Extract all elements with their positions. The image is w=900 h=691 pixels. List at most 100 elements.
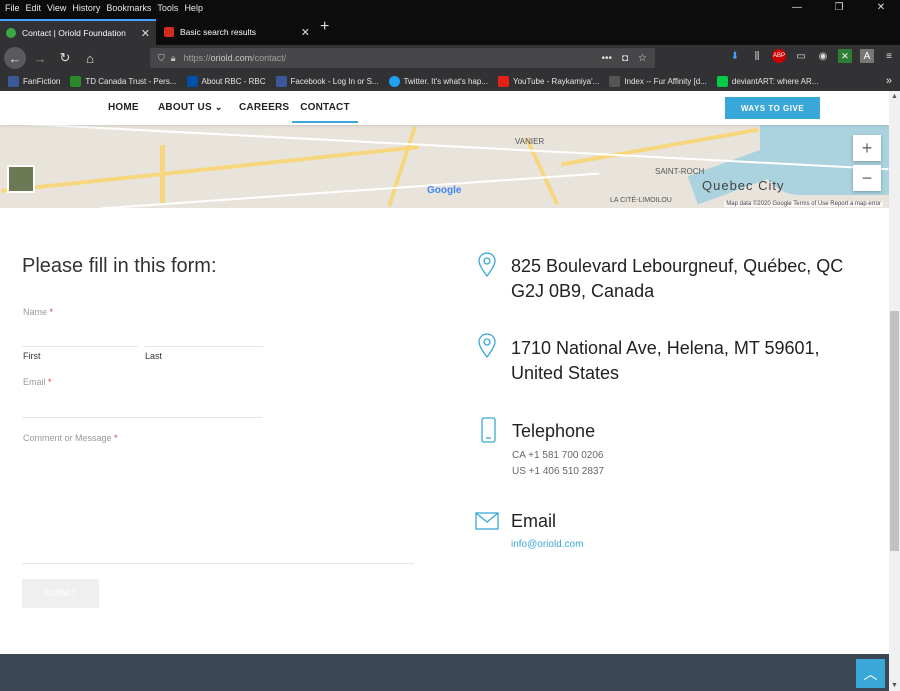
bookmark-item[interactable]: TD Canada Trust - Pers... (70, 75, 177, 87)
reload-icon[interactable]: ↻ (54, 47, 76, 69)
name-label-text: Name (23, 307, 48, 317)
bookmark-favicon-icon (70, 75, 82, 87)
forward-icon[interactable]: → (29, 47, 51, 69)
menu-history[interactable]: History (72, 3, 100, 13)
web-page: HOME ABOUT US ⌄ CAREERS CONTACT WAYS TO … (0, 91, 889, 691)
page-actions-icon[interactable]: ••• (601, 53, 612, 64)
submit-button[interactable]: SUBMIT (22, 579, 99, 608)
nav-contact[interactable]: CONTACT (292, 102, 358, 123)
bookmarks-overflow-icon[interactable]: » (886, 75, 892, 87)
restore-icon[interactable]: ❐ (821, 0, 857, 15)
nav-about-label: ABOUT US (158, 102, 212, 113)
message-textarea[interactable] (22, 454, 414, 564)
first-name-field[interactable] (22, 346, 138, 347)
bookmark-favicon-icon (186, 75, 198, 87)
address-1-line-1: 825 Boulevard Lebourgneuf, Québec, QC (511, 256, 844, 276)
nav-home[interactable]: HOME (108, 102, 139, 113)
road-shape (160, 145, 165, 205)
close-tab-icon[interactable]: ✕ (141, 27, 150, 40)
maple-leaf-favicon-icon (164, 27, 174, 37)
bookmark-favicon-icon (498, 75, 509, 87)
required-mark: * (49, 307, 54, 317)
bookmark-label: Index -- Fur Affinity [d... (624, 76, 707, 86)
bookmark-label: deviantART: where AR... (731, 76, 819, 86)
map-attribution: Map data ©2020 Google Terms of Use Repor… (724, 201, 883, 207)
bookmark-item[interactable]: YouTube - Raykamiya'... (498, 75, 600, 87)
bookmark-star-icon[interactable]: ☆ (638, 53, 647, 64)
menu-help[interactable]: Help (184, 3, 203, 13)
back-to-top-button[interactable]: ︿ (856, 659, 885, 688)
minimize-icon[interactable]: — (779, 0, 815, 15)
email-title: Email (511, 511, 557, 531)
bookmark-label: YouTube - Raykamiya'... (513, 76, 600, 86)
extension-gray-icon[interactable]: A (860, 49, 874, 63)
road-shape (0, 145, 420, 193)
scroll-down-icon[interactable]: ▼ (889, 682, 900, 689)
form-heading: Please fill in this form: (22, 255, 217, 277)
pocket-icon[interactable]: ◘ (622, 53, 628, 64)
nav-about-us[interactable]: ABOUT US ⌄ (158, 102, 223, 113)
close-window-icon[interactable]: ✕ (863, 0, 899, 15)
road-shape (524, 137, 560, 206)
message-label-text: Comment or Message (23, 433, 112, 443)
email-link[interactable]: info@oriold.com (511, 539, 583, 550)
email-field[interactable] (22, 417, 262, 418)
oriold-favicon-icon (6, 28, 16, 38)
tab-search-results[interactable]: Basic search results ✕ (158, 19, 316, 45)
bookmark-item[interactable]: FanFiction (8, 75, 60, 87)
adblock-icon[interactable]: ABP (772, 49, 786, 63)
location-pin-icon (478, 252, 496, 278)
tracking-shield-icon[interactable]: ⛉ (158, 53, 165, 64)
bookmark-item[interactable]: Facebook - Log In or S... (275, 75, 379, 87)
page-scrollbar[interactable]: ▲ ▼ (889, 91, 900, 691)
window-controls: — ❐ ✕ (774, 0, 900, 15)
home-icon[interactable]: ⌂ (79, 47, 101, 69)
zoom-out-button[interactable]: − (853, 165, 881, 191)
url-path: /contact/ (252, 53, 287, 63)
menu-edit[interactable]: Edit (26, 3, 42, 13)
extension-green-icon[interactable]: ⨯ (838, 49, 852, 63)
new-tab-icon[interactable]: + (320, 18, 329, 36)
envelope-icon (475, 512, 499, 530)
bookmark-item[interactable]: Index -- Fur Affinity [d... (609, 75, 707, 87)
account-icon[interactable]: ◉ (816, 49, 830, 63)
bookmark-item[interactable]: deviantART: where AR... (716, 75, 819, 87)
ways-to-give-button[interactable]: WAYS TO GIVE (725, 97, 820, 119)
scroll-up-icon[interactable]: ▲ (889, 93, 900, 100)
url-bar[interactable]: ⛉ 🔒︎ https:// oriold.com /contact/ ••• ◘… (150, 48, 655, 68)
tab-label: Contact | Oriold Foundation (22, 28, 126, 38)
menu-view[interactable]: View (47, 3, 66, 13)
menu-file[interactable]: File (5, 3, 20, 13)
map-embed[interactable]: VANIER SAINT-ROCH Quebec City LA CITÉ-LI… (0, 125, 889, 208)
menu-tools[interactable]: Tools (157, 3, 178, 13)
bookmark-favicon-icon (609, 75, 621, 87)
satellite-view-toggle[interactable] (7, 165, 35, 193)
close-tab-icon[interactable]: ✕ (301, 26, 310, 39)
sidebar-icon[interactable]: ▭ (794, 49, 808, 63)
url-host: oriold.com (210, 53, 253, 63)
bookmark-item[interactable]: Twitter. It's what's hap... (388, 75, 488, 87)
tab-contact[interactable]: Contact | Oriold Foundation ✕ (0, 19, 156, 45)
site-navigation: HOME ABOUT US ⌄ CAREERS CONTACT WAYS TO … (0, 91, 889, 125)
back-icon[interactable]: ← (4, 47, 26, 69)
download-icon[interactable]: ⬇ (728, 49, 742, 63)
zoom-in-button[interactable]: + (853, 135, 881, 161)
email-label: Email * (23, 377, 52, 387)
bookmark-label: About RBC - RBC (201, 76, 266, 86)
lock-icon: 🔒︎ (170, 52, 176, 63)
bookmarks-bar: FanFiction TD Canada Trust - Pers... Abo… (0, 71, 900, 91)
scrollbar-thumb[interactable] (890, 311, 899, 551)
phone-us: US +1 406 510 2837 (512, 466, 605, 477)
first-sublabel: First (23, 351, 41, 361)
menu-bar: File Edit View History Bookmarks Tools H… (0, 0, 900, 15)
last-name-field[interactable] (145, 346, 263, 347)
navigation-toolbar: ← → ↻ ⌂ ⛉ 🔒︎ https:// oriold.com /contac… (0, 45, 900, 71)
last-sublabel: Last (145, 351, 163, 361)
nav-careers[interactable]: CAREERS (239, 102, 289, 113)
location-pin-icon (478, 333, 496, 359)
bookmark-item[interactable]: About RBC - RBC (186, 75, 266, 87)
library-icon[interactable]: ⫼ (750, 49, 764, 63)
hamburger-menu-icon[interactable]: ≡ (882, 49, 896, 63)
address-2-line-2: United States (511, 363, 620, 383)
menu-bookmarks[interactable]: Bookmarks (106, 3, 151, 13)
